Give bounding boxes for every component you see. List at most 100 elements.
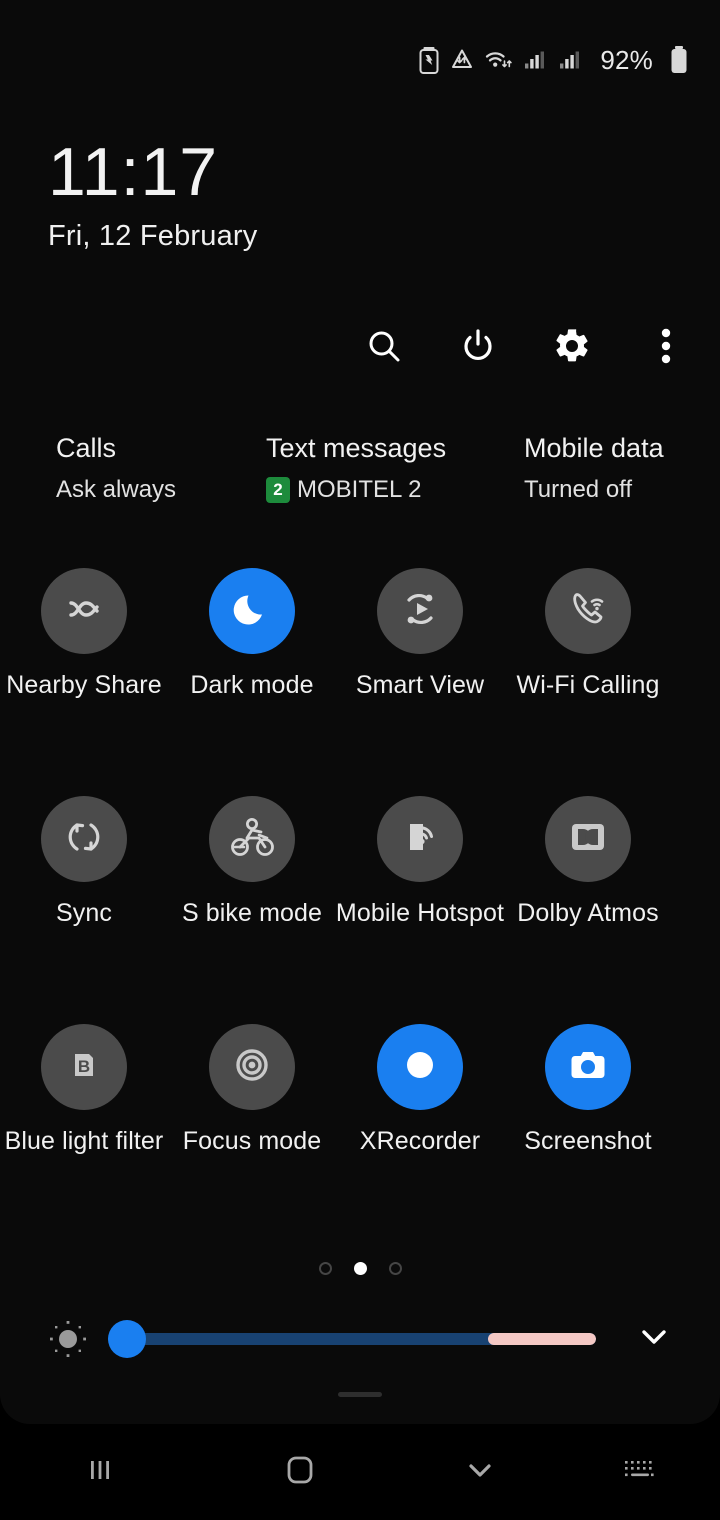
page-dot[interactable]	[388, 1262, 402, 1275]
sim-summary-text-messages[interactable]: Text messages 2 MOBITEL 2	[266, 432, 446, 505]
three-dot-menu-icon	[660, 326, 672, 371]
tile-icon-wrap	[545, 568, 631, 654]
settings-button[interactable]	[546, 322, 598, 374]
recents-button[interactable]	[0, 1424, 200, 1520]
tile-xrecorder[interactable]: XRecorder	[336, 1024, 504, 1252]
brightness-auto-icon[interactable]	[40, 1317, 96, 1361]
moon-icon	[229, 586, 275, 637]
tile-label: XRecorder	[359, 1127, 481, 1155]
tile-nearby-share[interactable]: Nearby Share	[0, 568, 168, 796]
tile-screenshot[interactable]: Screenshot	[504, 1024, 672, 1252]
quick-settings-screen: 92% 11:17 Fri, 12 February Calls Ask alw…	[0, 0, 720, 1520]
signal-sim1-icon	[523, 48, 547, 72]
focus-mode-icon	[230, 1043, 274, 1092]
page-dot[interactable]	[318, 1262, 332, 1275]
tile-row: Sync S bike mode Mobile Hotspot Dolby At…	[0, 796, 720, 1024]
hide-panel-button[interactable]	[400, 1424, 560, 1520]
home-button[interactable]	[200, 1424, 400, 1520]
sim-summary-title: Calls	[56, 433, 117, 463]
sim-summary-value-wrap: Turned off	[524, 475, 664, 505]
brightness-thumb[interactable]	[108, 1320, 146, 1358]
wifi-calling-icon	[564, 585, 612, 638]
clock-date: Fri, 12 February	[48, 220, 258, 252]
gear-icon	[552, 326, 592, 371]
tile-smart-view[interactable]: Smart View	[336, 568, 504, 796]
quick-settings-panel: 92% 11:17 Fri, 12 February Calls Ask alw…	[0, 0, 720, 1424]
tile-icon-wrap	[41, 796, 127, 882]
tile-wifi-calling[interactable]: Wi-Fi Calling	[504, 568, 672, 796]
hotspot-icon	[397, 814, 443, 865]
more-options-button[interactable]	[640, 322, 692, 374]
brightness-slider[interactable]	[108, 1311, 596, 1367]
tile-icon-wrap	[209, 1024, 295, 1110]
sim-summary-value: Turned off	[524, 476, 633, 503]
power-icon	[459, 327, 497, 370]
tile-icon-wrap	[377, 796, 463, 882]
tile-dark-mode[interactable]: Dark mode	[168, 568, 336, 796]
tile-row: B Blue light filter Focus mode XRecorder…	[0, 1024, 720, 1252]
tile-label: Screenshot	[524, 1127, 652, 1155]
status-bar: 92%	[0, 0, 720, 120]
sim-summary-calls[interactable]: Calls Ask always	[56, 432, 176, 505]
sim-summary-value: Ask always	[56, 476, 177, 503]
tile-focus-mode[interactable]: Focus mode	[168, 1024, 336, 1252]
sim-summary-row: Calls Ask always Text messages 2 MOBITEL…	[0, 432, 720, 524]
tile-icon-wrap	[209, 796, 295, 882]
brightness-track	[108, 1333, 596, 1345]
navigation-bar	[0, 1424, 720, 1520]
nearby-share-icon	[61, 586, 107, 637]
tile-label: Mobile Hotspot	[335, 899, 505, 927]
chevron-down-icon	[637, 1320, 671, 1359]
tile-label: Blue light filter	[4, 1127, 164, 1155]
sim-summary-value-wrap: 2 MOBITEL 2	[266, 475, 446, 505]
signal-sim2-icon	[558, 48, 582, 72]
tile-dolby-atmos[interactable]: Dolby Atmos	[504, 796, 672, 1024]
tile-label: Dark mode	[190, 671, 314, 699]
tile-label: Sync	[56, 899, 112, 927]
tile-mobile-hotspot[interactable]: Mobile Hotspot	[336, 796, 504, 1024]
recents-icon	[83, 1453, 117, 1492]
sim-summary-mobile-data[interactable]: Mobile data Turned off	[524, 432, 664, 505]
tile-label: Dolby Atmos	[517, 899, 659, 927]
sim-summary-title: Text messages	[266, 433, 447, 463]
tile-s-bike-mode[interactable]: S bike mode	[168, 796, 336, 1024]
tile-icon-wrap	[545, 1024, 631, 1110]
tile-blue-light-filter[interactable]: B Blue light filter	[0, 1024, 168, 1252]
smart-view-icon	[396, 585, 444, 638]
clock-time: 11:17	[48, 134, 219, 210]
keyboard-button[interactable]	[560, 1424, 720, 1520]
keyboard-icon	[622, 1456, 658, 1489]
tile-icon-wrap: B	[41, 1024, 127, 1110]
page-dot-active[interactable]	[353, 1262, 367, 1275]
battery-full-icon	[670, 46, 688, 74]
wifi-transfer-icon	[485, 48, 513, 72]
battery-percentage: 92%	[600, 44, 653, 75]
sync-icon	[61, 814, 107, 865]
camera-icon	[565, 1042, 611, 1093]
tile-row: Nearby Share Dark mode Smart View Wi-Fi …	[0, 568, 720, 796]
blue-light-filter-icon: B	[62, 1043, 106, 1092]
panel-drag-handle[interactable]	[338, 1392, 382, 1397]
tile-icon-wrap	[377, 1024, 463, 1110]
search-button[interactable]	[358, 322, 410, 374]
battery-saver-icon	[419, 46, 439, 74]
brightness-track-tail	[488, 1333, 596, 1345]
tile-label: Smart View	[355, 671, 485, 699]
quick-settings-tiles: Nearby Share Dark mode Smart View Wi-Fi …	[0, 568, 720, 1252]
tile-label: Nearby Share	[6, 671, 162, 699]
brightness-row	[0, 1304, 720, 1374]
home-icon	[281, 1451, 319, 1494]
tile-label: Wi-Fi Calling	[516, 671, 660, 699]
sim-summary-title: Mobile data	[524, 433, 664, 463]
tile-label: S bike mode	[181, 899, 323, 927]
tile-sync[interactable]: Sync	[0, 796, 168, 1024]
chevron-down-icon	[463, 1453, 497, 1492]
motorcycle-icon	[226, 811, 278, 868]
page-indicator	[0, 1262, 720, 1275]
sim-summary-value: MOBITEL 2	[297, 476, 422, 503]
header-toolbar	[358, 322, 692, 374]
brightness-expand-button[interactable]	[626, 1311, 682, 1367]
svg-text:B: B	[78, 1057, 90, 1076]
power-button[interactable]	[452, 322, 504, 374]
clock-block: 11:17 Fri, 12 February	[48, 134, 258, 253]
